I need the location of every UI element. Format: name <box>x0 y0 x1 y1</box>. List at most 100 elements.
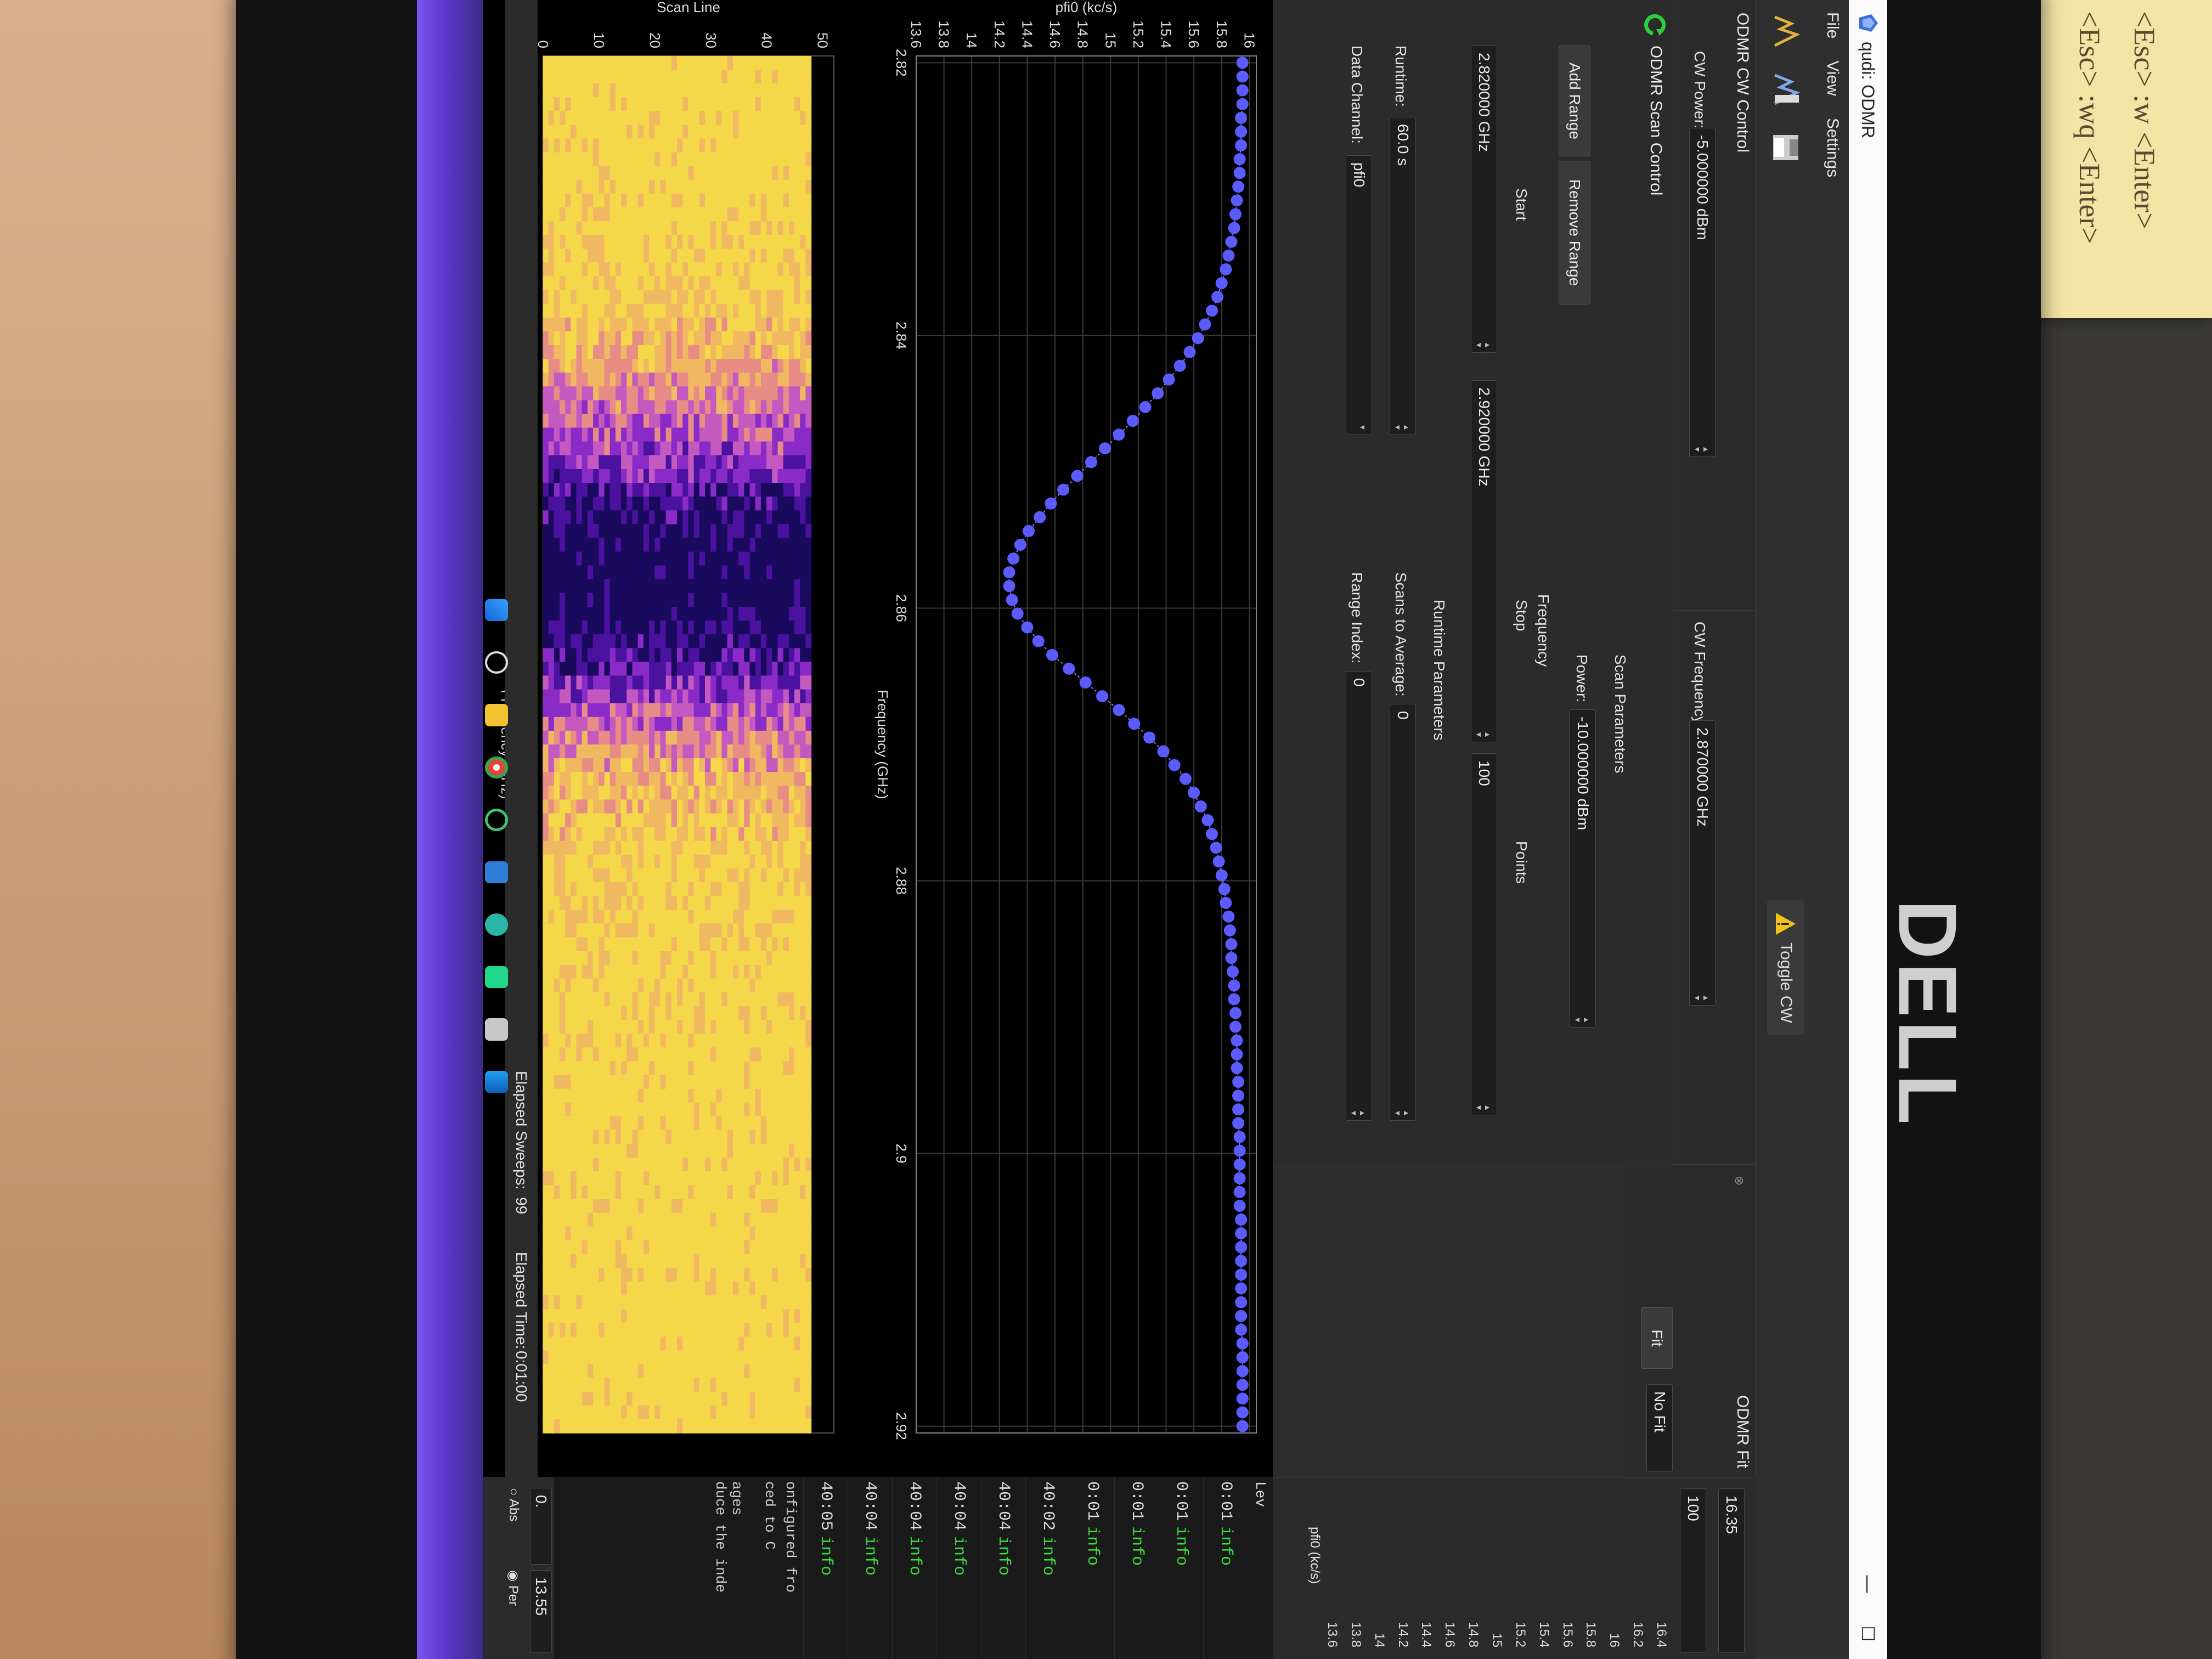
start-frequency-field[interactable]: 2.820000 GHz ▲ ▼ <box>1471 46 1497 353</box>
heatmap-cell <box>749 524 756 539</box>
fit-button[interactable]: Fit <box>1641 1307 1673 1369</box>
spin-arrows-icon[interactable]: ▲ ▼ <box>1693 445 1711 453</box>
heatmap-cell <box>693 97 700 111</box>
heatmap-cell <box>716 1158 723 1172</box>
heatmap-cell <box>660 868 667 883</box>
heatmap-cell <box>760 55 767 70</box>
spin-arrows-icon[interactable]: ▲ ▼ <box>1475 341 1492 349</box>
heatmap-cell <box>699 854 706 869</box>
heatmap-cell <box>805 97 812 111</box>
heatmap-cell <box>565 538 571 552</box>
resume-scan-button[interactable] <box>1767 70 1805 109</box>
heatmap-cell <box>543 744 549 759</box>
heatmap-cell <box>604 1158 611 1172</box>
points-field[interactable]: 100 ▲ ▼ <box>1471 753 1497 1115</box>
heatmap-cell <box>766 1405 772 1420</box>
heatmap-cell <box>548 1282 555 1296</box>
odmr-plots[interactable]: 1615.815.615.415.21514.814.614.414.21413… <box>483 0 1273 1477</box>
data-channel-select[interactable]: pfi0 ▼ <box>1346 155 1372 435</box>
run-scan-button[interactable] <box>1767 12 1805 50</box>
spin-arrows-icon[interactable]: ▲ ▼ <box>1693 994 1711 1002</box>
heatmap-cell <box>710 193 716 208</box>
colorbar-tick-label: 16 <box>1607 1633 1622 1647</box>
heatmap-cell <box>599 840 605 855</box>
heatmap-cell <box>772 510 778 524</box>
heatmap-cell <box>693 290 700 304</box>
runtime-field[interactable]: 60.0 s ▲ ▼ <box>1390 117 1416 435</box>
heatmap-cell <box>610 138 616 153</box>
heatmap-cell <box>593 441 599 456</box>
heatmap-cell <box>721 1282 728 1296</box>
heatmap-cell <box>660 1102 667 1117</box>
heatmap-cell <box>755 689 761 704</box>
colorbar-percentile-field[interactable]: 100 <box>1680 1488 1706 1653</box>
close-icon[interactable]: ⊗ <box>1732 1176 1746 1186</box>
heatmap-cell <box>604 166 611 180</box>
minimize-icon[interactable]: — <box>1858 1575 1878 1593</box>
scans-to-average-field[interactable]: 0 ▲ ▼ <box>1390 704 1416 1121</box>
heatmap-cell <box>788 896 795 910</box>
heatmap-cell <box>615 1102 622 1117</box>
heatmap-cell <box>560 1171 566 1186</box>
heatmap-cell <box>682 111 689 126</box>
heatmap-cell <box>777 910 784 924</box>
heatmap-cell <box>615 1336 622 1351</box>
heatmap-cell <box>699 125 706 139</box>
heatmap-cell <box>755 1350 761 1365</box>
spin-arrows-icon[interactable]: ▲ ▼ <box>1393 1109 1411 1117</box>
power-field[interactable]: -10.000000 dBm ▲ ▼ <box>1570 709 1596 1028</box>
range-index-field[interactable]: 0 ▲ ▼ <box>1346 671 1372 1121</box>
heatmap-cell <box>677 551 683 566</box>
heatmap-cell <box>576 331 583 346</box>
heatmap-cell <box>643 1391 650 1406</box>
heatmap-cell <box>766 1171 772 1186</box>
spin-arrows-icon[interactable]: ▲ ▼ <box>1475 1104 1492 1111</box>
heatmap-cell <box>665 1006 672 1020</box>
menu-view[interactable]: View <box>1823 60 1842 95</box>
stop-frequency-field[interactable]: 2.920000 GHz ▲ ▼ <box>1471 380 1497 742</box>
chevron-down-icon[interactable]: ▼ <box>1358 424 1367 431</box>
heatmap-cell <box>671 70 678 84</box>
heatmap-cell <box>627 125 633 139</box>
heatmap-cell <box>732 70 739 84</box>
heatmap-cell <box>615 1171 622 1186</box>
heatmap-cell <box>749 786 756 800</box>
heatmap-cell <box>599 290 605 304</box>
save-button[interactable] <box>1767 128 1805 167</box>
heatmap-cell <box>637 427 644 442</box>
heatmap-cell <box>777 964 784 979</box>
heatmap-cell <box>649 331 655 346</box>
heatmap-cell <box>604 1295 611 1310</box>
heatmap-cell <box>755 1102 761 1117</box>
spin-arrows-icon[interactable]: ▲ ▼ <box>1475 731 1492 738</box>
heatmap-cell <box>593 1171 599 1186</box>
heatmap-cell <box>593 1350 599 1365</box>
maximize-icon[interactable]: ☐ <box>1858 1626 1878 1641</box>
colorbar-max-field[interactable]: 16.35 <box>1718 1488 1745 1653</box>
scan-control-panel: ODMR Scan Control Add Range Remove Range… <box>1272 0 1673 1165</box>
toggle-cw-button[interactable]: Toggle CW <box>1767 900 1804 1035</box>
fit-function-select[interactable]: No Fit <box>1646 1384 1673 1472</box>
heatmap-cell <box>621 964 627 979</box>
remove-range-button[interactable]: Remove Range <box>1559 161 1590 304</box>
spin-arrows-icon[interactable]: ▲ ▼ <box>1350 1109 1367 1117</box>
heatmap-cell <box>749 359 756 373</box>
heatmap-cell <box>744 111 751 126</box>
heatmap-cell <box>604 455 611 470</box>
heatmap-cell <box>755 1061 761 1076</box>
heatmap-cell <box>766 97 772 111</box>
heatmap-cell <box>788 510 795 524</box>
heatmap-cell <box>788 799 795 814</box>
cw-power-field[interactable]: -5.000000 dBm ▲ ▼ <box>1689 128 1716 457</box>
menu-file[interactable]: File <box>1823 12 1842 38</box>
add-range-button[interactable]: Add Range <box>1559 46 1590 156</box>
heatmap-cell <box>593 1309 599 1323</box>
spin-arrows-icon[interactable]: ▲ ▼ <box>1573 1016 1591 1024</box>
spin-arrows-icon[interactable]: ▲ ▼ <box>1393 424 1411 431</box>
cw-frequency-field[interactable]: 2.870000 GHz ▲ ▼ <box>1689 720 1716 1006</box>
heatmap-cell <box>716 772 723 786</box>
heatmap-cell <box>649 97 655 111</box>
heatmap-cell <box>627 400 633 415</box>
heatmap-cell <box>777 634 784 648</box>
menu-settings[interactable]: Settings <box>1823 118 1842 177</box>
